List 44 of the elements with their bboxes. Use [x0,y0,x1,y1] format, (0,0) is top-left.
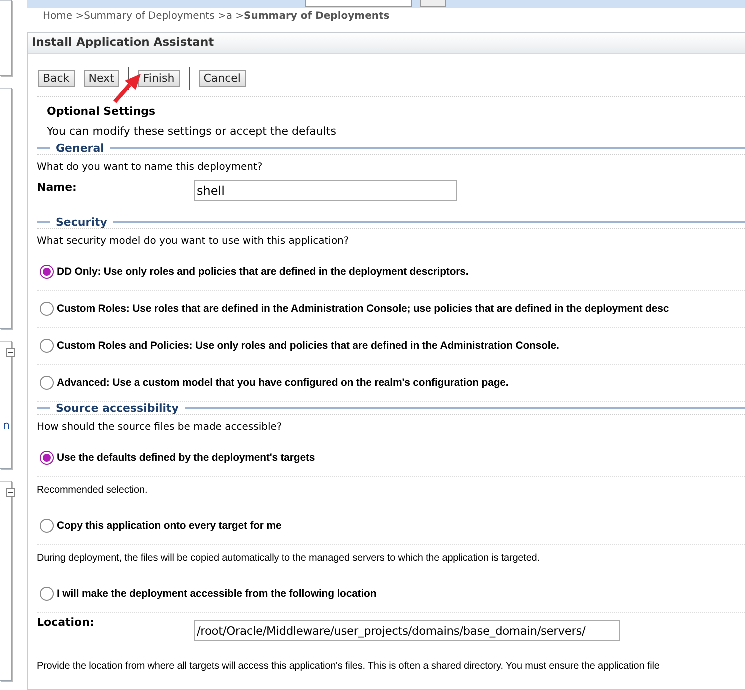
field-label: Location: [37,615,96,629]
wizard-button[interactable]: Cancel [198,70,246,87]
help-text: Recommended selection. [37,485,148,496]
section-legend: General [56,142,104,154]
section-heading: Optional Settings [46,104,157,120]
radio-label[interactable]: Custom Roles: Use roles that are defined in the Administration Console; use policies that are defined in the deployment desc [57,303,670,315]
arrow-drawing [113,74,143,103]
radio-button[interactable] [40,587,54,601]
radio-button[interactable] [40,376,54,390]
breadcrumb-link[interactable]: Home > [43,11,84,32]
section-legend: Security [56,216,108,228]
radio-label[interactable]: Copy this application onto every target for me [57,520,282,532]
text-field[interactable]: /root/Oracle/Middleware/user_projects/domains/base_domain/servers/ [194,620,620,641]
radio-label[interactable]: Custom Roles and Policies: Use only roles and policies that are defined in the Administration Console. [57,340,560,352]
search-field[interactable] [305,0,412,7]
radio-button[interactable] [40,519,54,533]
section-legend: Source accessibility [56,402,179,414]
question-text: What do you want to name this deployment? [37,162,263,173]
field-label: Name: [37,180,78,194]
wizard-button[interactable]: Next [84,70,120,87]
text-field[interactable]: shell [194,180,457,201]
collapse-icon[interactable] [6,488,15,497]
question-text: What security model do you want to use with this application? [37,236,350,247]
radio-button[interactable] [40,451,54,465]
radio-button[interactable] [40,339,54,353]
wizard-button[interactable]: Finish [138,70,180,87]
sidebar-link[interactable]: n [3,419,10,432]
panel-title: Install Application Assistant [28,33,745,54]
radio-label[interactable]: DD Only: Use only roles and policies that are defined in the deployment descriptors. [57,266,469,278]
intro-text: You can modify these settings or accept the defaults [46,124,338,140]
breadcrumb-current: Summary of Deployments [244,11,390,24]
radio-label[interactable]: Advanced: Use a custom model that you have configured on the realm's configuration page. [57,377,509,389]
radio-button[interactable] [40,265,54,279]
search-button[interactable] [420,0,446,7]
question-text: How should the source files be made accessible? [37,422,282,433]
collapse-icon[interactable] [6,348,15,357]
wizard-button[interactable]: Back [38,70,75,87]
radio-label[interactable]: Use the defaults defined by the deployment's targets [57,452,316,464]
help-text: Provide the location from where all targets will access this application's files. This is often a shared directory. You must ensure the application file [37,661,660,672]
help-text: During deployment, the files will be copied automatically to the managed servers to which the application is targeted. [37,553,540,564]
radio-button[interactable] [40,302,54,316]
radio-label[interactable]: I will make the deployment accessible from the following location [57,588,377,600]
breadcrumb-link[interactable]: Summary of Deployments > [84,11,226,32]
breadcrumb-link[interactable]: a > [226,11,244,32]
